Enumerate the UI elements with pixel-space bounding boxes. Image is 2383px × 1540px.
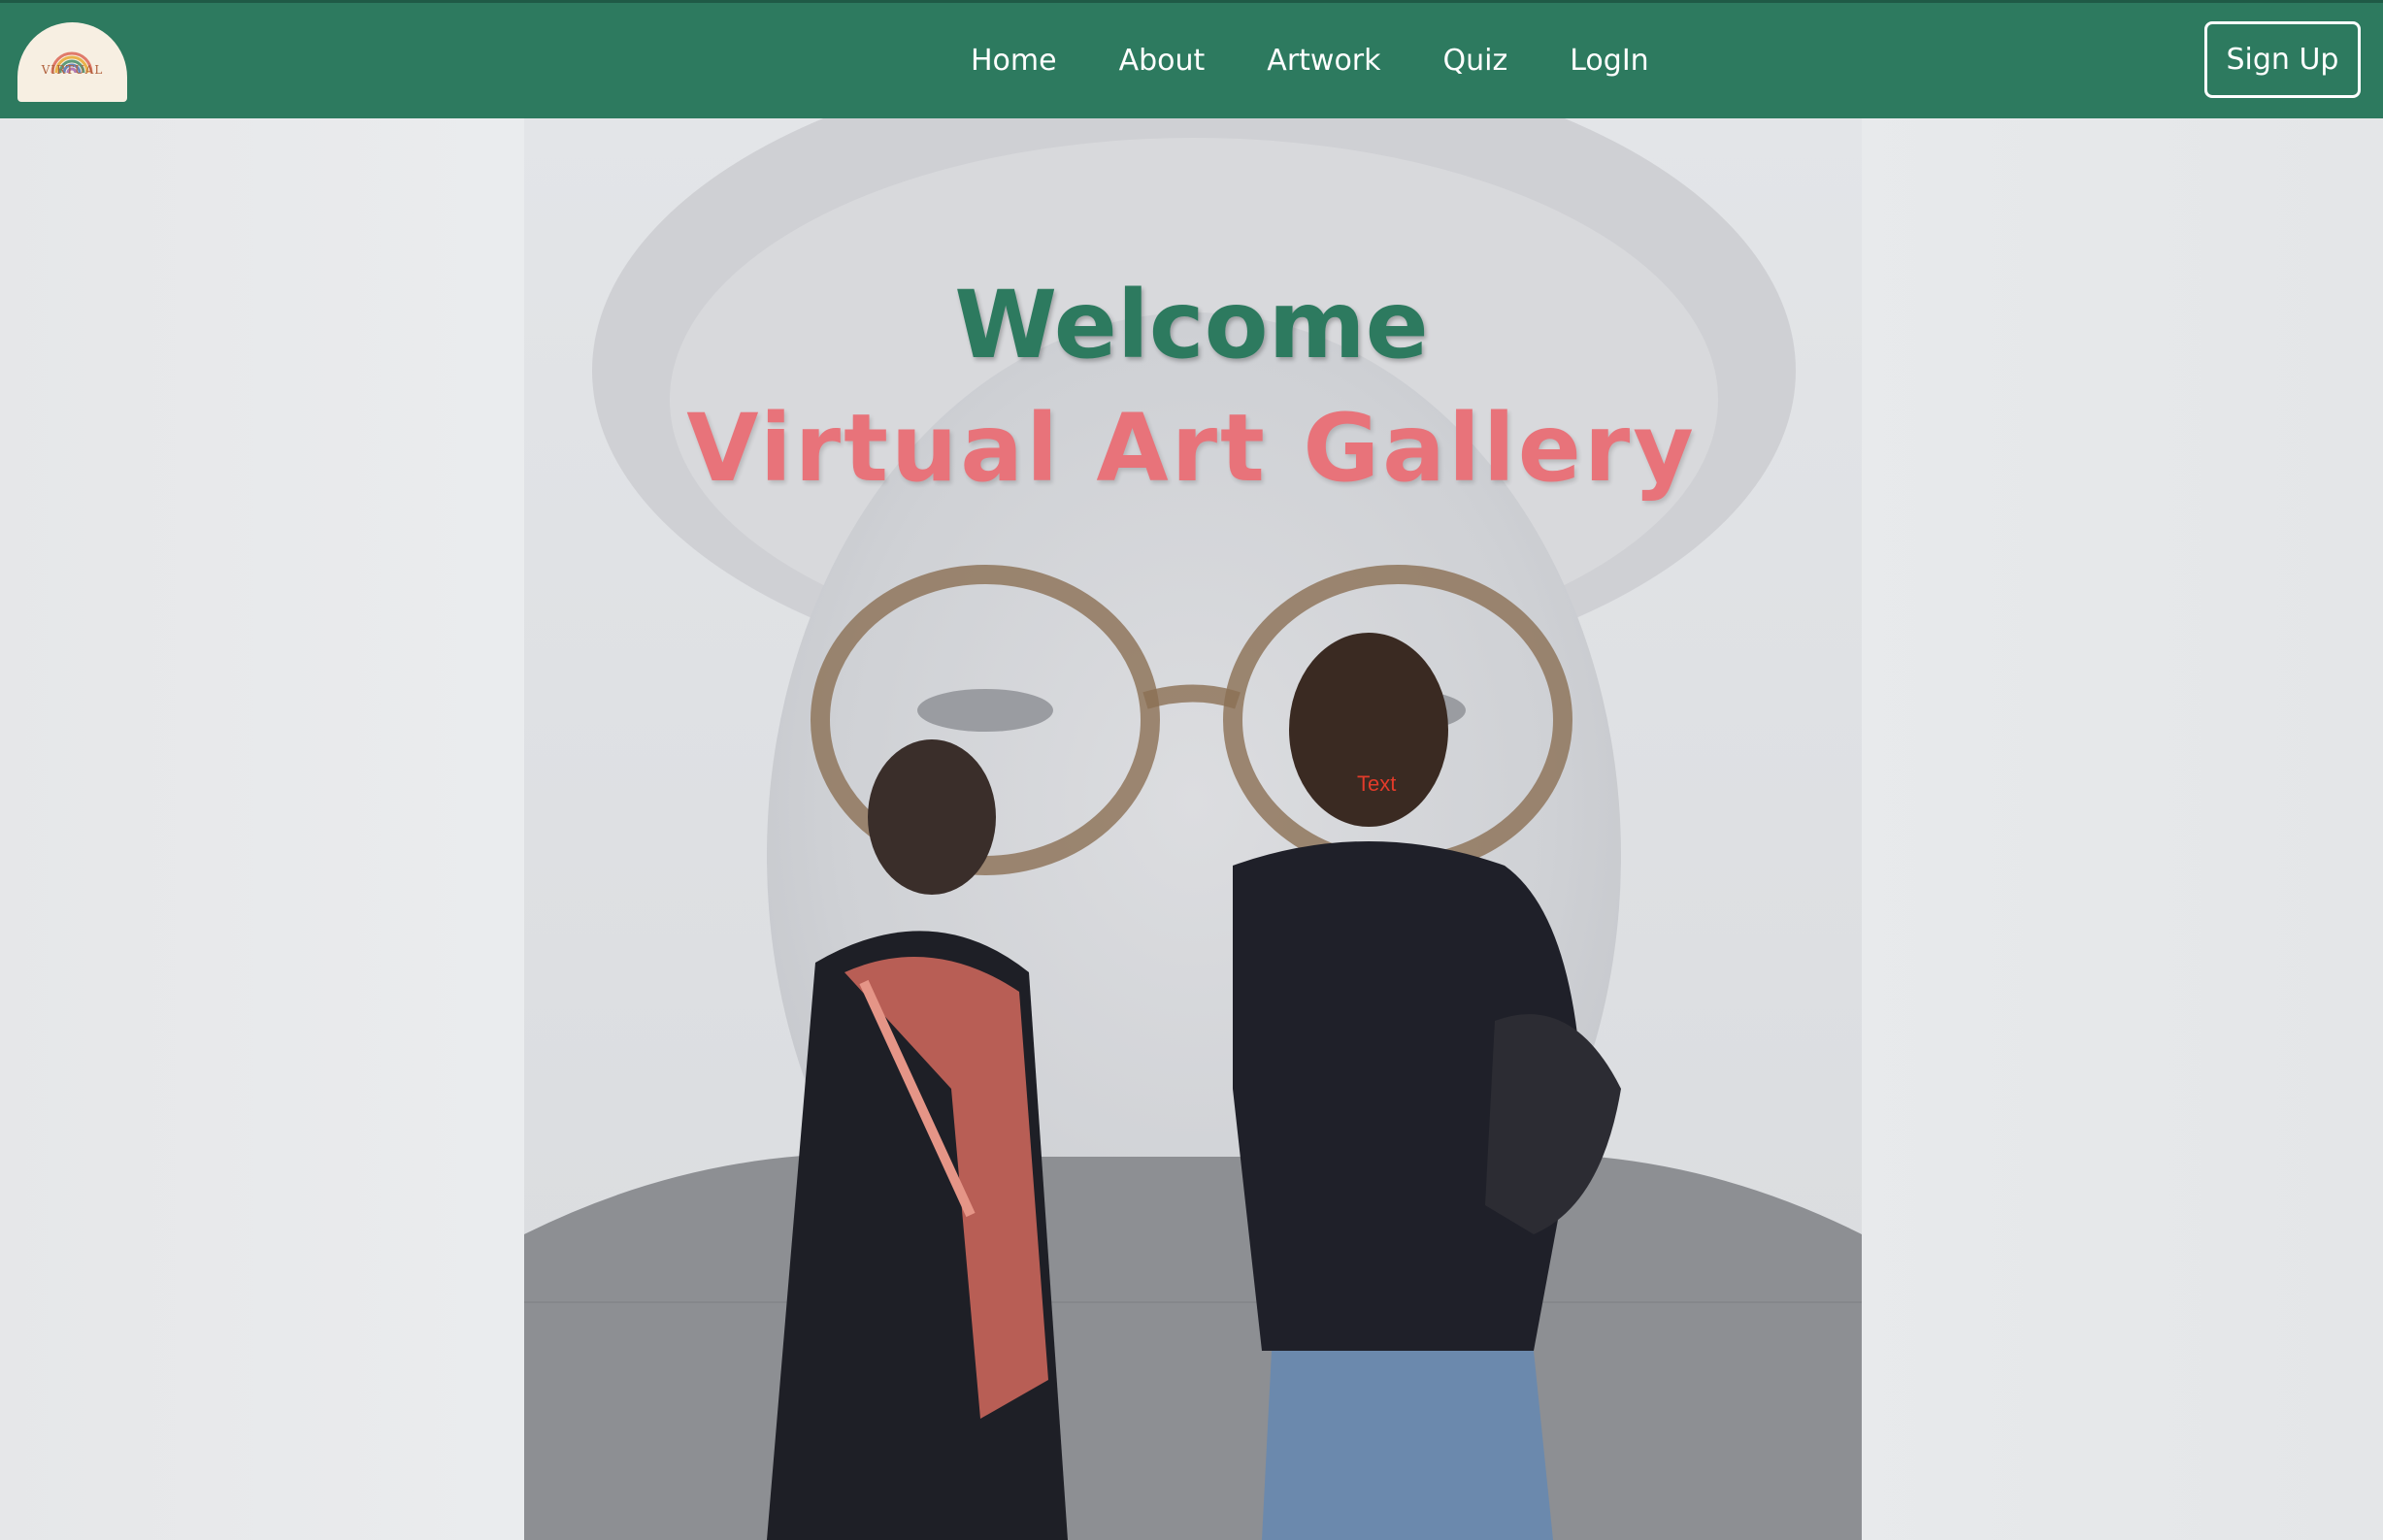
rainbow-logo-icon	[50, 51, 93, 74]
nav-link-home[interactable]: Home	[971, 44, 1057, 78]
nav-links: Home About Artwork Quiz LogIn	[971, 3, 1711, 118]
logo-text: VIRTUAL	[41, 63, 104, 77]
welcome-heading: Welcome	[954, 271, 1429, 379]
sign-up-button[interactable]: Sign Up	[2204, 21, 2361, 98]
nav-link-artwork[interactable]: Artwork	[1267, 44, 1380, 78]
nav-link-login[interactable]: LogIn	[1570, 44, 1648, 78]
top-navbar: VIRTUAL Home About Artwork Quiz LogIn Si…	[0, 0, 2383, 118]
site-logo[interactable]: VIRTUAL	[17, 22, 127, 102]
placeholder-text-label: Text	[1357, 771, 1397, 796]
gallery-title-heading: Virtual Art Gallery	[686, 394, 1697, 503]
hero-section: Welcome Virtual Art Gallery Text	[0, 118, 2383, 1540]
nav-link-about[interactable]: About	[1119, 44, 1206, 78]
nav-link-quiz[interactable]: Quiz	[1443, 44, 1508, 78]
page: VIRTUAL Home About Artwork Quiz LogIn Si…	[0, 0, 2383, 1540]
